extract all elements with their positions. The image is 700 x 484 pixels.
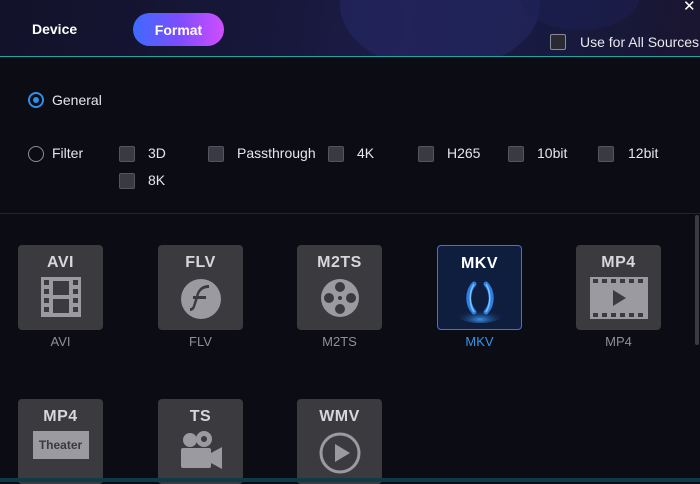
header-decoration: [340, 0, 540, 57]
format-title: MP4: [601, 254, 636, 271]
filter-checkbox-12bit[interactable]: [598, 146, 614, 162]
filter-label-10bit: 10bit: [537, 145, 568, 161]
format-label-m2ts: M2TS: [322, 334, 357, 349]
header-bar: Device Format ✕ Use for All Sources: [0, 0, 700, 57]
filter-label: Filter: [52, 145, 84, 161]
format-tile-flv[interactable]: FLV: [158, 245, 243, 330]
filter-label-8k: 8K: [148, 172, 166, 188]
filter-checkbox-10bit[interactable]: [508, 146, 524, 162]
film-strip-icon: [40, 277, 81, 317]
format-title: M2TS: [317, 254, 362, 271]
format-title: WMV: [319, 408, 360, 425]
close-icon[interactable]: ✕: [683, 0, 696, 15]
play-circle-icon: [319, 432, 360, 474]
section-divider: [0, 213, 700, 214]
scrollbar[interactable]: [695, 215, 699, 345]
filter-label-12bit: 12bit: [628, 145, 659, 161]
mkv-logo-icon: [455, 281, 504, 323]
video-camera-icon: [180, 431, 222, 469]
format-title: TS: [189, 408, 212, 425]
format-label-mp4: MP4: [605, 334, 632, 349]
format-label-flv: FLV: [189, 334, 212, 349]
filter-checkbox-8k[interactable]: [119, 173, 135, 189]
use-for-all-sources-label: Use for All Sources: [580, 34, 700, 50]
video-play-icon: [589, 277, 648, 319]
format-tile-m2ts[interactable]: M2TS: [297, 245, 382, 330]
filter-label-h265: H265: [447, 145, 481, 161]
header-decoration: [520, 0, 640, 30]
filter-label-4k: 4K: [357, 145, 375, 161]
bottom-edge: [0, 478, 700, 482]
filter-label-3d: 3D: [148, 145, 166, 161]
format-tile-mp4-theater[interactable]: MP4 Theater: [18, 399, 103, 484]
theater-badge: Theater: [38, 438, 83, 452]
filter-label-passthrough: Passthrough: [237, 145, 316, 161]
filter-checkbox-h265[interactable]: [418, 146, 434, 162]
format-label-mkv: MKV: [465, 334, 494, 349]
use-for-all-sources[interactable]: Use for All Sources: [550, 34, 699, 50]
filter-radio[interactable]: [28, 146, 44, 162]
format-title: MP4: [43, 408, 78, 425]
general-label: General: [52, 92, 102, 108]
tab-device[interactable]: Device: [32, 21, 77, 37]
filter-checkbox-3d[interactable]: [119, 146, 135, 162]
format-tile-mp4[interactable]: MP4: [576, 245, 661, 330]
use-for-all-sources-checkbox[interactable]: [550, 34, 566, 50]
film-reel-icon: [320, 279, 359, 317]
filter-checkbox-passthrough[interactable]: [208, 146, 224, 162]
filter-checkbox-4k[interactable]: [328, 146, 344, 162]
format-title: FLV: [185, 254, 216, 271]
general-radio[interactable]: [28, 92, 44, 108]
format-tile-ts[interactable]: TS: [158, 399, 243, 484]
format-title: MKV: [460, 255, 499, 272]
theater-icon: Theater: [32, 431, 89, 459]
format-label-avi: AVI: [50, 334, 71, 349]
format-tile-wmv[interactable]: WMV: [297, 399, 382, 484]
format-tile-mkv[interactable]: MKV: [437, 245, 522, 330]
format-title: AVI: [47, 254, 74, 271]
header-divider: [0, 56, 700, 57]
flash-icon: [180, 279, 221, 319]
tab-format[interactable]: Format: [133, 13, 224, 46]
format-tile-avi[interactable]: AVI: [18, 245, 103, 330]
